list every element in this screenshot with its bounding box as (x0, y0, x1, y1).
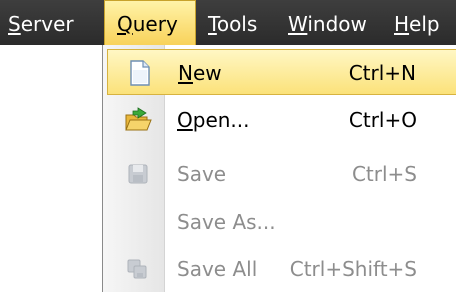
new-document-icon (130, 60, 150, 86)
menu-item-save-as-label: Save As... (177, 210, 276, 234)
menu-window[interactable]: Window (288, 0, 378, 45)
menu-item-save-as[interactable]: Save As... (107, 199, 456, 245)
menu-item-save-label: Save (177, 162, 227, 186)
menu-item-open[interactable]: Open... Ctrl+O (107, 97, 456, 143)
menu-item-save-shortcut: Ctrl+S (351, 162, 417, 186)
menu-item-save[interactable]: Save Ctrl+S (107, 151, 456, 197)
query-dropdown-menu: New Ctrl+N Open... Ctrl+O Save Ctrl+S Sa… (102, 45, 456, 292)
menu-item-save-all-shortcut: Ctrl+Shift+S (289, 257, 417, 281)
menu-tools[interactable]: Tools (208, 0, 278, 45)
menu-item-save-all[interactable]: Save All Ctrl+Shift+S (107, 246, 456, 292)
open-folder-icon (125, 107, 152, 131)
save-all-icon (127, 259, 147, 279)
menu-item-new[interactable]: New Ctrl+N (107, 49, 456, 95)
menu-item-save-all-label: Save All (177, 257, 258, 281)
menu-item-new-label: New (178, 61, 222, 85)
menu-item-new-shortcut: Ctrl+N (348, 61, 416, 85)
menu-item-open-shortcut: Ctrl+O (348, 108, 417, 132)
save-disk-icon (128, 164, 148, 184)
menu-bar: Server Query Tools Window Help (0, 0, 456, 45)
menu-query[interactable]: Query (104, 0, 196, 45)
menu-item-open-label: Open... (177, 108, 250, 132)
menu-server[interactable]: Server (8, 0, 100, 45)
menu-help[interactable]: Help (394, 0, 450, 45)
